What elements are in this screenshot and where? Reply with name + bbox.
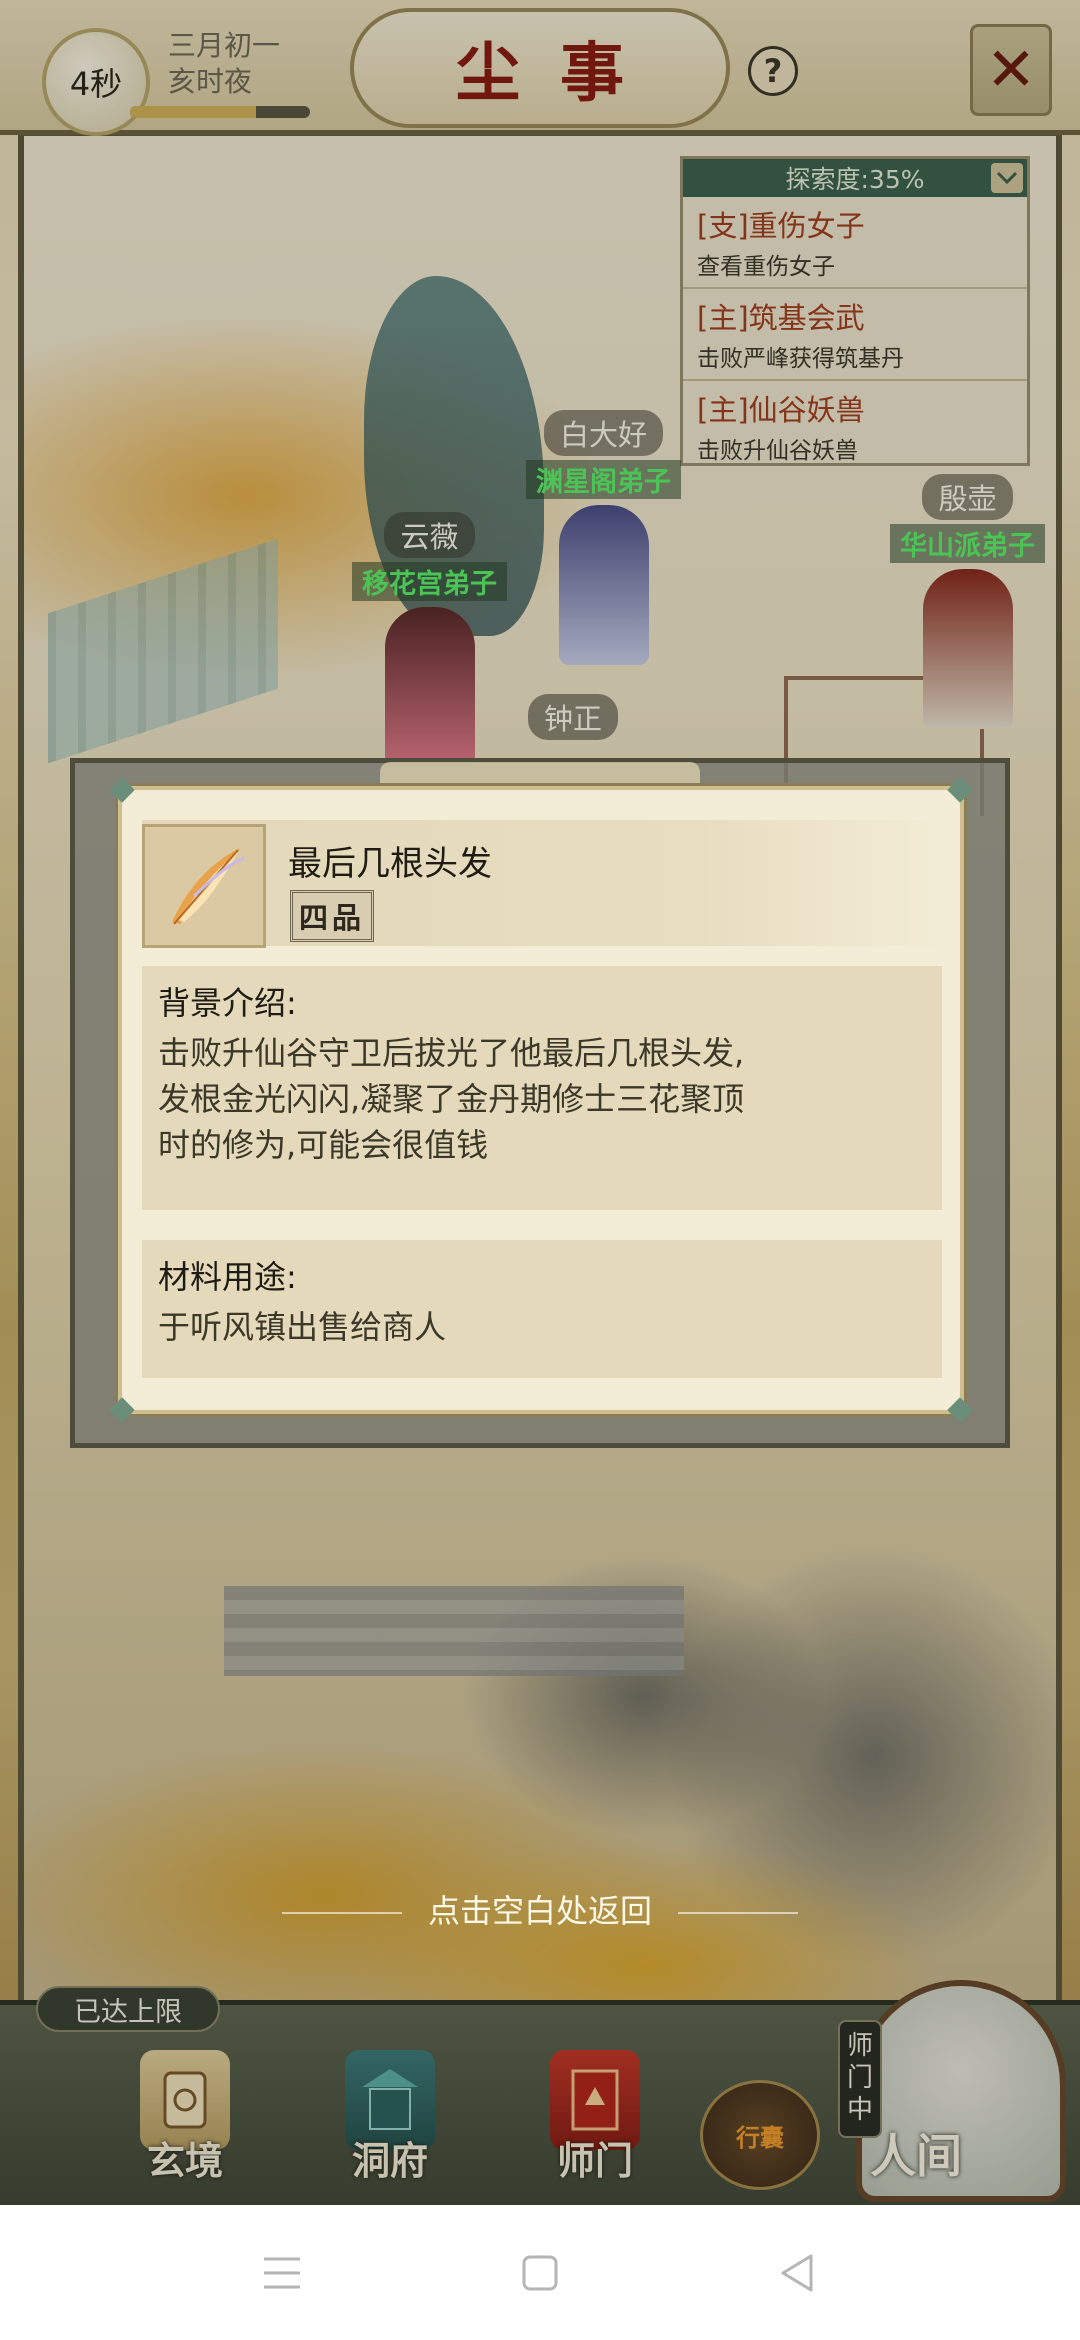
home-icon[interactable] <box>520 2253 560 2293</box>
background-line: 击败升仙谷守卫后拔光了他最后几根头发, <box>158 1034 745 1072</box>
background-line: 时的修为,可能会很值钱 <box>158 1126 489 1164</box>
background-text: 击败升仙谷守卫后拔光了他最后几根头发, 发根金光闪闪,凝聚了金丹期修士三花聚顶 … <box>158 1030 926 1168</box>
item-detail-modal: 最后几根头发 四品 背景介绍: 击败升仙谷守卫后拔光了他最后几根头发, 发根金光… <box>109 777 973 1423</box>
background-line: 发根金光闪闪,凝聚了金丹期修士三花聚顶 <box>158 1080 745 1118</box>
system-nav-bar <box>0 2205 1080 2340</box>
background-title: 背景介绍: <box>158 984 297 1022</box>
grade-badge: 四品 <box>290 890 375 942</box>
usage-title: 材料用途: <box>158 1258 297 1296</box>
return-hint[interactable]: 点击空白处返回 <box>0 1886 1080 1932</box>
feather-icon <box>142 824 266 948</box>
usage-section: 材料用途: 于听风镇出售给商人 <box>142 1240 942 1378</box>
back-icon[interactable] <box>776 2253 816 2293</box>
divider <box>281 1912 402 1914</box>
background-section: 背景介绍: 击败升仙谷守卫后拔光了他最后几根头发, 发根金光闪闪,凝聚了金丹期修… <box>142 966 942 1210</box>
return-hint-text: 点击空白处返回 <box>427 1892 652 1930</box>
menu-icon[interactable] <box>262 2253 302 2293</box>
divider <box>678 1912 799 1914</box>
usage-text: 于听风镇出售给商人 <box>158 1308 447 1346</box>
item-name: 最后几根头发 <box>288 844 492 884</box>
